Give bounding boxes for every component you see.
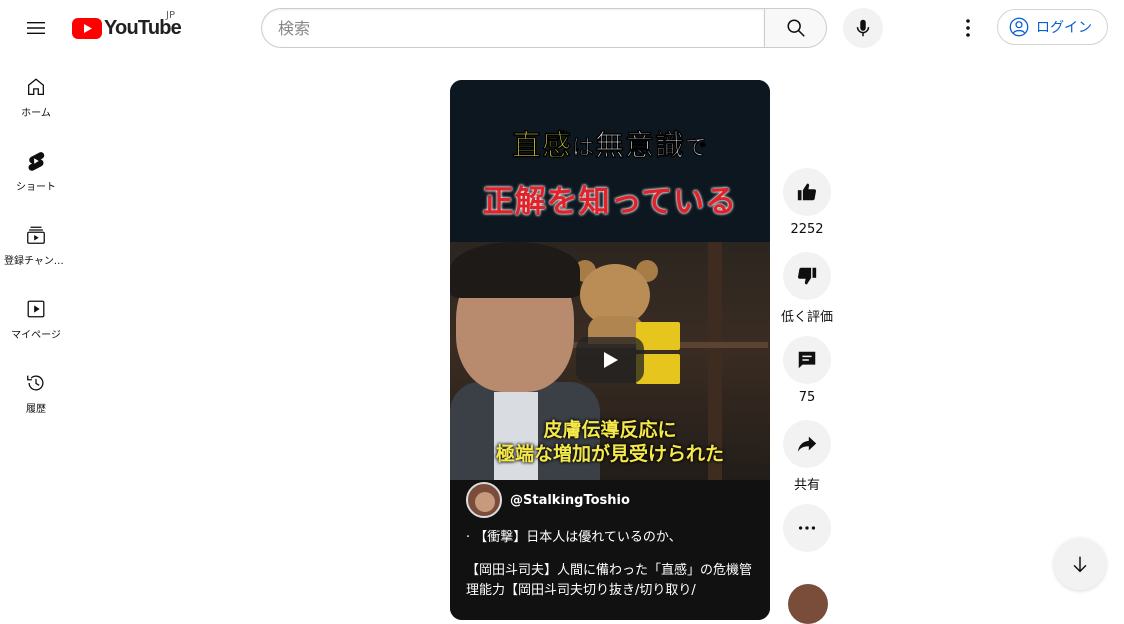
more-action	[772, 504, 842, 552]
history-icon	[27, 375, 44, 391]
sidebar-item-label: ホーム	[21, 108, 51, 119]
youtube-logo[interactable]: YouTube	[72, 14, 182, 42]
login-label: ログイン	[1036, 20, 1092, 36]
guide-menu-button[interactable]	[16, 8, 56, 48]
account-circle-icon	[1009, 17, 1029, 37]
sound-channel-avatar[interactable]	[788, 584, 828, 624]
subtitle-line2: 極端な増加が見受けられた	[495, 443, 724, 465]
like-count: 2252	[790, 222, 824, 237]
shorts-icon	[28, 152, 45, 171]
dislike-label: 低く評価	[780, 310, 833, 325]
masthead: YouTube JP ログイン	[0, 0, 1124, 56]
comments-button[interactable]	[783, 336, 831, 384]
like-action: 2252	[772, 168, 842, 252]
dislike-action: 低く評価	[772, 252, 842, 336]
login-button[interactable]: ログイン	[997, 9, 1108, 45]
short-video-player[interactable]: 直感は無意識で 正解を知っている 皮膚伝導反応に 極端な増加が見受けられた @S…	[450, 80, 770, 620]
more-actions-button[interactable]	[783, 504, 831, 552]
subtitle-line1: 皮膚伝導反応に	[543, 419, 677, 441]
sidebar-item-home[interactable]: ホーム	[0, 56, 72, 130]
home-icon	[28, 78, 44, 95]
share-label: 共有	[793, 478, 820, 493]
sidebar-item-label: マイページ	[11, 330, 61, 341]
video-caption-line1: 直感は無意識で	[511, 128, 709, 163]
sidebar-item-shorts[interactable]: ショート	[0, 130, 72, 204]
share-action: 共有	[772, 420, 842, 504]
share-button[interactable]	[783, 420, 831, 468]
sidebar-item-my-page[interactable]: マイページ	[0, 278, 72, 352]
sidebar-item-subscriptions[interactable]: 登録チャンネル	[0, 204, 72, 278]
channel-info[interactable]: @StalkingToshio	[466, 482, 630, 518]
play-button[interactable]	[576, 337, 644, 383]
search-input[interactable]	[261, 8, 764, 48]
dislike-button[interactable]	[783, 252, 831, 300]
video-title-line2[interactable]: 【岡田斗司夫】人間に備わった「直感」の危機管理能力【岡田斗司夫切り抜き/切り取り…	[466, 561, 756, 601]
share-arrow-icon	[797, 436, 817, 452]
comment-count: 75	[798, 390, 816, 405]
channel-handle[interactable]: @StalkingToshio	[510, 493, 630, 508]
comment-action: 75	[772, 336, 842, 420]
subscriptions-icon	[27, 226, 45, 244]
channel-avatar[interactable]	[466, 482, 502, 518]
country-code: JP	[166, 10, 175, 21]
play-icon	[604, 352, 618, 368]
three-dots-vertical-icon	[966, 19, 970, 37]
arrow-down-icon	[1073, 556, 1087, 573]
thumb-down-icon	[797, 267, 817, 285]
short-actions: 2252 低く評価 75 共有	[772, 168, 842, 624]
video-title-line1[interactable]: · 【衝撃】日本人は優れているのか、	[466, 529, 756, 547]
sidebar-item-label: 履歴	[26, 404, 46, 415]
three-dots-horizontal-icon	[798, 526, 816, 530]
thumb-up-icon	[797, 183, 817, 201]
voice-search-button[interactable]	[843, 8, 883, 48]
microphone-icon	[856, 19, 870, 37]
search-box	[261, 8, 827, 48]
sidebar-item-label: 登録チャンネル	[4, 256, 68, 267]
hamburger-menu-icon	[27, 22, 45, 34]
youtube-play-logo-icon	[72, 17, 102, 39]
search-icon	[786, 19, 805, 37]
sidebar-item-label: ショート	[16, 182, 56, 193]
mini-guide-sidebar: ホーム ショート 登録チャンネル マイページ 履歴	[0, 56, 72, 426]
comment-icon	[798, 351, 816, 369]
search-button[interactable]	[764, 8, 827, 48]
video-caption-line2: 正解を知っている	[482, 184, 738, 220]
video-subtitle: 皮膚伝導反応に 極端な増加が見受けられた	[450, 418, 770, 466]
like-button[interactable]	[783, 168, 831, 216]
next-video-button[interactable]	[1054, 538, 1106, 590]
sidebar-item-history[interactable]: 履歴	[0, 352, 72, 426]
settings-more-button[interactable]	[948, 8, 988, 48]
my-page-icon	[27, 300, 45, 318]
